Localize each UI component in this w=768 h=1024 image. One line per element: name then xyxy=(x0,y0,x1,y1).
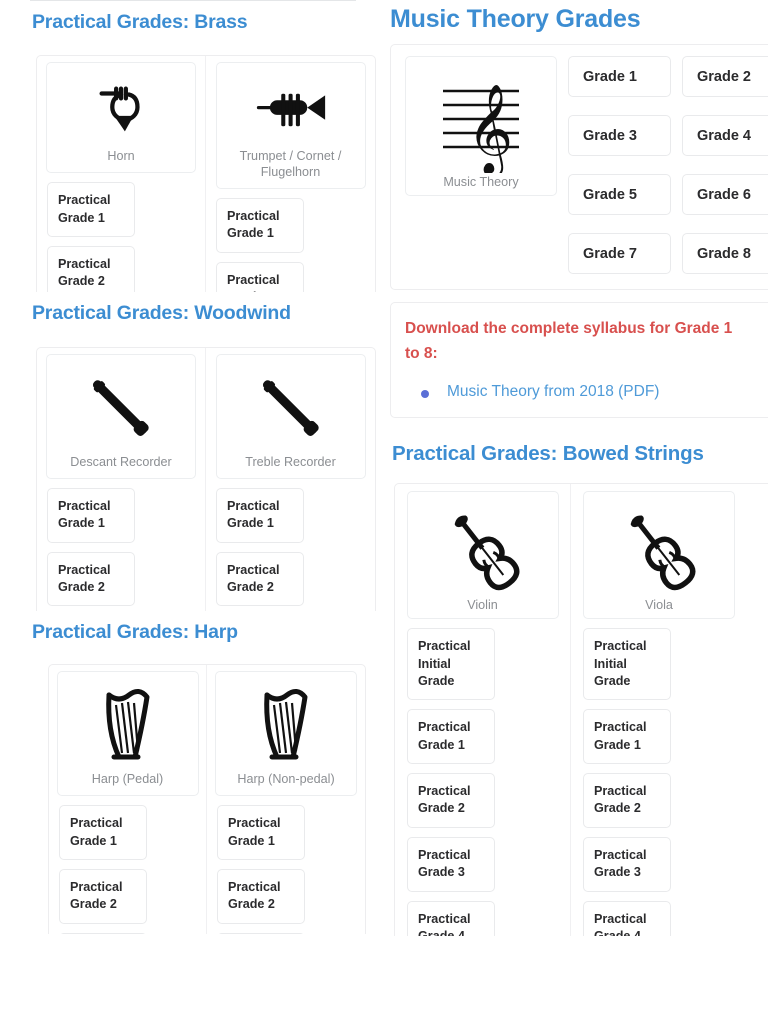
treble-clef-icon: 𝄞 xyxy=(427,69,535,173)
instrument-column-trumpet: Trumpet / Cornet / Flugelhorn Practical … xyxy=(206,56,375,293)
instrument-tile-descant-recorder[interactable]: Descant Recorder xyxy=(46,353,196,479)
section-title-woodwind: Practical Grades: Woodwind xyxy=(32,302,291,325)
svg-text:𝄞: 𝄞 xyxy=(467,84,513,173)
theory-grade-button[interactable]: Grade 7 xyxy=(568,233,671,274)
grade-button[interactable]: Practical Grade 1 xyxy=(407,709,495,765)
theory-grade-button[interactable]: Grade 1 xyxy=(568,56,671,97)
harp-icon xyxy=(92,682,164,770)
viola-icon xyxy=(612,502,706,596)
bowed-strings-panel-clip: Violin Practical Initial Grade Practical… xyxy=(384,466,768,937)
instrument-label: Treble Recorder xyxy=(245,455,336,470)
section-woodwind: Practical Grades: Woodwind Descant Recor… xyxy=(0,292,384,611)
grade-button[interactable]: Practical Grade 1 xyxy=(47,182,135,237)
grade-button[interactable]: Practical Grade 3 xyxy=(407,836,495,892)
section-bowed-strings: Practical Grades: Bowed Strings Violin P… xyxy=(384,418,768,937)
grade-button[interactable]: Practical Grade 1 xyxy=(583,709,671,765)
woodwind-panel-clip: Descant Recorder Practical Grade 1 Pract… xyxy=(0,326,384,611)
instrument-tile-harp-non-pedal[interactable]: Harp (Non-pedal) xyxy=(215,671,357,797)
recorder-icon xyxy=(247,365,335,453)
section-music-theory: Music Theory Grades 𝄞 Music Theory Grade… xyxy=(384,0,768,418)
grade-button[interactable]: Practical Initial Grade xyxy=(407,628,495,701)
harp-icon xyxy=(250,682,322,770)
section-title-music-theory: Music Theory Grades xyxy=(390,5,641,33)
grade-button[interactable]: Practical Grade 1 xyxy=(59,805,147,860)
grade-button[interactable]: Practical Grade 4 xyxy=(583,900,671,937)
trumpet-icon xyxy=(252,73,330,147)
instrument-label: Horn xyxy=(107,149,135,164)
instrument-label: Music Theory xyxy=(443,175,519,189)
download-instruction-line1: Download the complete syllabus for Grade… xyxy=(405,320,733,337)
instrument-column-viola: Viola Practical Initial Grade Practical … xyxy=(571,484,747,937)
instrument-label: Descant Recorder xyxy=(70,455,172,470)
grade-button[interactable]: Practical Grade 2 xyxy=(583,773,671,828)
french-horn-icon xyxy=(90,73,152,147)
section-title-harp: Practical Grades: Harp xyxy=(32,620,238,643)
syllabus-download-panel: Download the complete syllabus for Grade… xyxy=(390,302,768,418)
syllabus-pdf-link[interactable]: Music Theory from 2018 (PDF) xyxy=(447,383,659,400)
syllabus-page: Practical Grades: Brass Horn Practical G… xyxy=(0,0,768,1024)
music-theory-panel: 𝄞 Music Theory Grade 1 Grade 2 Grade 3 G… xyxy=(390,44,768,290)
theory-grade-button[interactable]: Grade 3 xyxy=(568,115,671,156)
instrument-column-horn: Horn Practical Grade 1 Practical Grade 2… xyxy=(37,56,206,293)
theory-grade-button[interactable]: Grade 8 xyxy=(682,233,768,274)
grade-button[interactable]: Practical Grade 4 xyxy=(407,900,495,937)
grade-button[interactable]: Practical Grade 1 xyxy=(216,487,304,543)
grade-button[interactable]: Practical Initial Grade xyxy=(583,628,671,701)
violin-icon xyxy=(436,502,530,596)
list-item: Music Theory from 2018 (PDF) xyxy=(421,383,768,401)
music-theory-grade-grid: Grade 1 Grade 2 Grade 3 Grade 4 Grade 5 … xyxy=(568,56,768,274)
instrument-tile-trumpet[interactable]: Trumpet / Cornet / Flugelhorn xyxy=(215,62,366,189)
grade-button[interactable]: Practical Grade 2 xyxy=(59,868,147,924)
right-column: Music Theory Grades 𝄞 Music Theory Grade… xyxy=(384,0,768,1024)
grade-button[interactable]: Practical Grade 3 xyxy=(583,836,671,892)
grade-button[interactable]: Practical Grade 2 xyxy=(216,261,304,293)
instrument-column-treble-recorder: Treble Recorder Practical Grade 1 Practi… xyxy=(206,348,375,611)
instrument-tile-viola[interactable]: Viola xyxy=(583,491,735,620)
grade-button[interactable]: Practical Grade 2 xyxy=(217,868,305,924)
instrument-label: Violin xyxy=(467,598,498,613)
grade-button[interactable]: Practical Grade 2 xyxy=(407,773,495,828)
instrument-column-harp-non-pedal: Harp (Non-pedal) Practical Grade 1 Pract… xyxy=(207,665,365,935)
instrument-column-harp-pedal: Harp (Pedal) Practical Grade 1 Practical… xyxy=(49,665,207,935)
left-column: Practical Grades: Brass Horn Practical G… xyxy=(0,0,384,1024)
instrument-label: Harp (Non-pedal) xyxy=(237,772,335,787)
harp-instrument-panel: Harp (Pedal) Practical Grade 1 Practical… xyxy=(48,664,366,935)
instrument-tile-harp-pedal[interactable]: Harp (Pedal) xyxy=(56,671,199,797)
brass-panel-clip: Horn Practical Grade 1 Practical Grade 2… xyxy=(0,34,384,293)
recorder-icon xyxy=(77,365,165,453)
bullet-icon xyxy=(421,389,429,398)
brass-instrument-panel: Horn Practical Grade 1 Practical Grade 2… xyxy=(36,55,376,293)
grade-button[interactable]: Practical Grade 2 xyxy=(47,245,135,293)
grade-button[interactable]: Practical Grade 3 xyxy=(59,932,147,935)
theory-grade-button[interactable]: Grade 6 xyxy=(682,174,768,215)
download-instruction-line2: to 8: xyxy=(405,344,438,362)
harp-panel-clip: Harp (Pedal) Practical Grade 1 Practical… xyxy=(0,644,384,935)
theory-grade-button[interactable]: Grade 2 xyxy=(682,56,768,97)
instrument-label: Trumpet / Cornet / Flugelhorn xyxy=(239,149,342,180)
instrument-label: Viola xyxy=(645,598,673,613)
instrument-tile-horn[interactable]: Horn xyxy=(46,62,196,174)
section-harp: Practical Grades: Harp Harp (Pedal) Prac… xyxy=(0,611,384,935)
bowed-strings-instrument-panel: Violin Practical Initial Grade Practical… xyxy=(394,483,768,937)
instrument-column-descant-recorder: Descant Recorder Practical Grade 1 Pract… xyxy=(37,347,206,611)
grade-button[interactable]: Practical Grade 1 xyxy=(217,805,305,860)
instrument-tile-treble-recorder[interactable]: Treble Recorder xyxy=(215,353,366,479)
grade-button[interactable]: Practical Grade 3 xyxy=(217,932,305,935)
syllabus-link-list: Music Theory from 2018 (PDF) xyxy=(405,383,768,401)
section-title-bowed-strings: Practical Grades: Bowed Strings xyxy=(392,441,704,465)
instrument-tile-violin[interactable]: Violin xyxy=(406,491,559,620)
instrument-column-violin: Violin Practical Initial Grade Practical… xyxy=(395,484,571,937)
section-brass: Practical Grades: Brass Horn Practical G… xyxy=(0,0,384,293)
theory-grade-button[interactable]: Grade 4 xyxy=(682,115,768,156)
grade-button[interactable]: Practical Grade 1 xyxy=(47,487,135,543)
grade-button[interactable]: Practical Grade 2 xyxy=(216,551,304,607)
theory-grade-button[interactable]: Grade 5 xyxy=(568,174,671,215)
grade-button[interactable]: Practical Grade 2 xyxy=(47,551,135,607)
instrument-tile-music-theory[interactable]: 𝄞 Music Theory xyxy=(405,56,557,196)
section-title-brass: Practical Grades: Brass xyxy=(32,11,248,33)
woodwind-instrument-panel: Descant Recorder Practical Grade 1 Pract… xyxy=(36,346,376,611)
grade-button[interactable]: Practical Grade 1 xyxy=(216,197,304,253)
instrument-label: Harp (Pedal) xyxy=(91,772,164,787)
